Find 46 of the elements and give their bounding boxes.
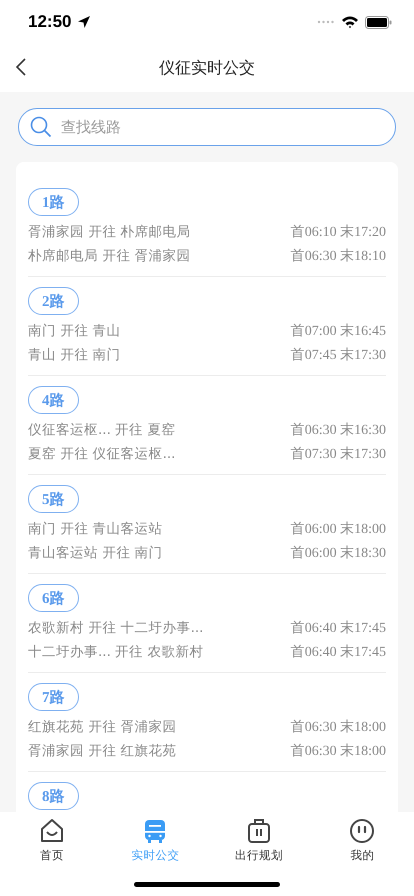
service-hours: 首06:40 末17:45	[290, 620, 386, 637]
service-hours: 首06:30 末18:00	[290, 718, 386, 736]
tab-bar-item[interactable]: 首页	[0, 816, 104, 872]
search-field[interactable]: 查找线路	[18, 108, 396, 146]
location-arrow-icon	[77, 15, 92, 29]
service-hours: 首06:00 末18:30	[290, 544, 386, 562]
route-number-tag[interactable]: 8路	[28, 782, 78, 810]
service-hours: 首06:40 末17:45	[290, 644, 386, 661]
service-hours: 首06:00 末18:00	[290, 520, 386, 538]
route-direction[interactable]: 青山客运站 开往 南门	[28, 544, 163, 562]
service-hours: 首07:00 末16:45	[290, 322, 386, 340]
route-direction[interactable]: 朴席邮电局 开往 胥浦家园	[28, 247, 191, 265]
route-direction[interactable]: 南门 开往 青山客运站	[28, 520, 163, 538]
home-icon	[38, 818, 65, 844]
page-title: 仪征实时公交	[159, 58, 255, 78]
suitcase-icon	[246, 818, 272, 844]
service-hours: 首06:30 末18:00	[290, 742, 386, 760]
route-direction[interactable]: 夏窑 开往 仪征客运枢...	[28, 445, 176, 463]
battery-icon	[365, 16, 392, 28]
service-hours: 首06:30 末16:30	[290, 422, 386, 439]
route-number-tag[interactable]: 1路	[28, 188, 78, 216]
service-hours: 首07:45 末17:30	[290, 346, 386, 364]
signal-icon	[317, 20, 335, 24]
route-direction[interactable]: 农歌新村 开往 十二圩办事...	[28, 619, 204, 637]
route-direction[interactable]: 胥浦家园 开往 朴席邮电局	[28, 223, 191, 241]
route-direction[interactable]: 南门 开往 青山	[28, 322, 121, 340]
service-hours: 首07:30 末17:30	[290, 446, 386, 463]
service-hours: 首06:10 末17:20	[290, 224, 386, 241]
route-number-tag[interactable]: 4路	[28, 386, 78, 414]
route-direction[interactable]: 红旗花苑 开往 胥浦家园	[28, 718, 177, 736]
route-number-tag[interactable]: 6路	[28, 584, 78, 612]
tab-bar-item[interactable]: 出行规划	[207, 816, 310, 872]
search-icon	[30, 116, 52, 138]
tab-bar-item[interactable]: 实时公交	[104, 816, 207, 872]
route-direction[interactable]: 仪征客运枢... 开往 夏窑	[28, 421, 176, 439]
route-direction[interactable]: 十二圩办事... 开往 农歌新村	[28, 643, 204, 661]
route-number-tag[interactable]: 5路	[28, 485, 78, 513]
route-number-tag[interactable]: 2路	[28, 287, 78, 315]
profile-icon	[349, 818, 376, 844]
route-direction[interactable]: 胥浦家园 开往 红旗花苑	[28, 742, 177, 760]
tab-bar-item[interactable]: 我的	[310, 816, 414, 872]
service-hours: 首06:30 末18:10	[290, 248, 386, 265]
wifi-icon	[341, 15, 359, 29]
route-number-tag[interactable]: 7路	[28, 683, 78, 711]
route-direction[interactable]: 青山 开往 南门	[28, 346, 121, 364]
status-time: 12:50	[28, 12, 72, 32]
